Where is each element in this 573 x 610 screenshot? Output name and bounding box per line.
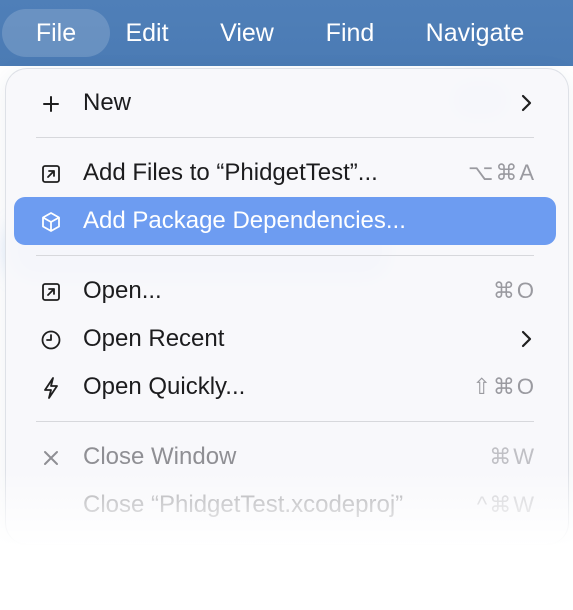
keyboard-shortcut: ^⌘W xyxy=(476,492,536,517)
menu-item-close-project: Close “PhidgetTest.xcodeproj” ^⌘W xyxy=(14,481,556,529)
keyboard-shortcut: ⌘W xyxy=(489,444,536,469)
arrow-box-icon xyxy=(38,161,64,187)
menu-item-open[interactable]: Open... ⌘O xyxy=(14,267,556,315)
menu-item-label: Add Files to “PhidgetTest”... xyxy=(83,159,378,186)
menubar-file[interactable]: File xyxy=(2,9,110,57)
menu-item-new[interactable]: New xyxy=(14,79,556,127)
package-cube-icon xyxy=(38,209,64,235)
close-x-icon xyxy=(38,445,64,471)
menu-item-open-quickly[interactable]: Open Quickly... ⇧⌘O xyxy=(14,363,556,411)
menubar-edit[interactable]: Edit xyxy=(112,9,182,57)
menu-bar: File Edit View Find Navigate xyxy=(0,0,573,66)
menu-item-label: Close Window xyxy=(83,443,237,470)
menu-item-label: Open Quickly... xyxy=(83,373,246,400)
menubar-view[interactable]: View xyxy=(206,9,288,57)
menu-item-label: New xyxy=(83,89,132,116)
keyboard-shortcut: ⇧⌘O xyxy=(472,374,536,399)
menu-separator xyxy=(36,421,534,422)
plus-icon xyxy=(38,91,64,117)
menu-item-add-files[interactable]: Add Files to “PhidgetTest”... ⌥⌘A xyxy=(14,149,556,197)
menubar-find[interactable]: Find xyxy=(312,9,388,57)
menu-item-close-window: Close Window ⌘W xyxy=(14,433,556,481)
menu-item-label: Close “PhidgetTest.xcodeproj” xyxy=(83,491,404,518)
chevron-right-icon xyxy=(518,327,534,351)
menu-item-label: Open... xyxy=(83,277,162,304)
chevron-right-icon xyxy=(518,91,534,115)
menu-item-open-recent[interactable]: Open Recent xyxy=(14,315,556,363)
menu-item-label: Add Package Dependencies... xyxy=(83,207,406,234)
menu-item-add-package-dependencies[interactable]: Add Package Dependencies... xyxy=(14,197,556,245)
lightning-icon xyxy=(38,375,64,401)
menubar-navigate[interactable]: Navigate xyxy=(412,9,538,57)
arrow-box-icon xyxy=(38,279,64,305)
keyboard-shortcut: ⌘O xyxy=(492,278,536,303)
menu-separator xyxy=(36,137,534,138)
keyboard-shortcut: ⌥⌘A xyxy=(467,160,536,185)
clock-icon xyxy=(38,327,64,353)
menu-separator xyxy=(36,255,534,256)
menu-item-label: Open Recent xyxy=(83,325,225,352)
